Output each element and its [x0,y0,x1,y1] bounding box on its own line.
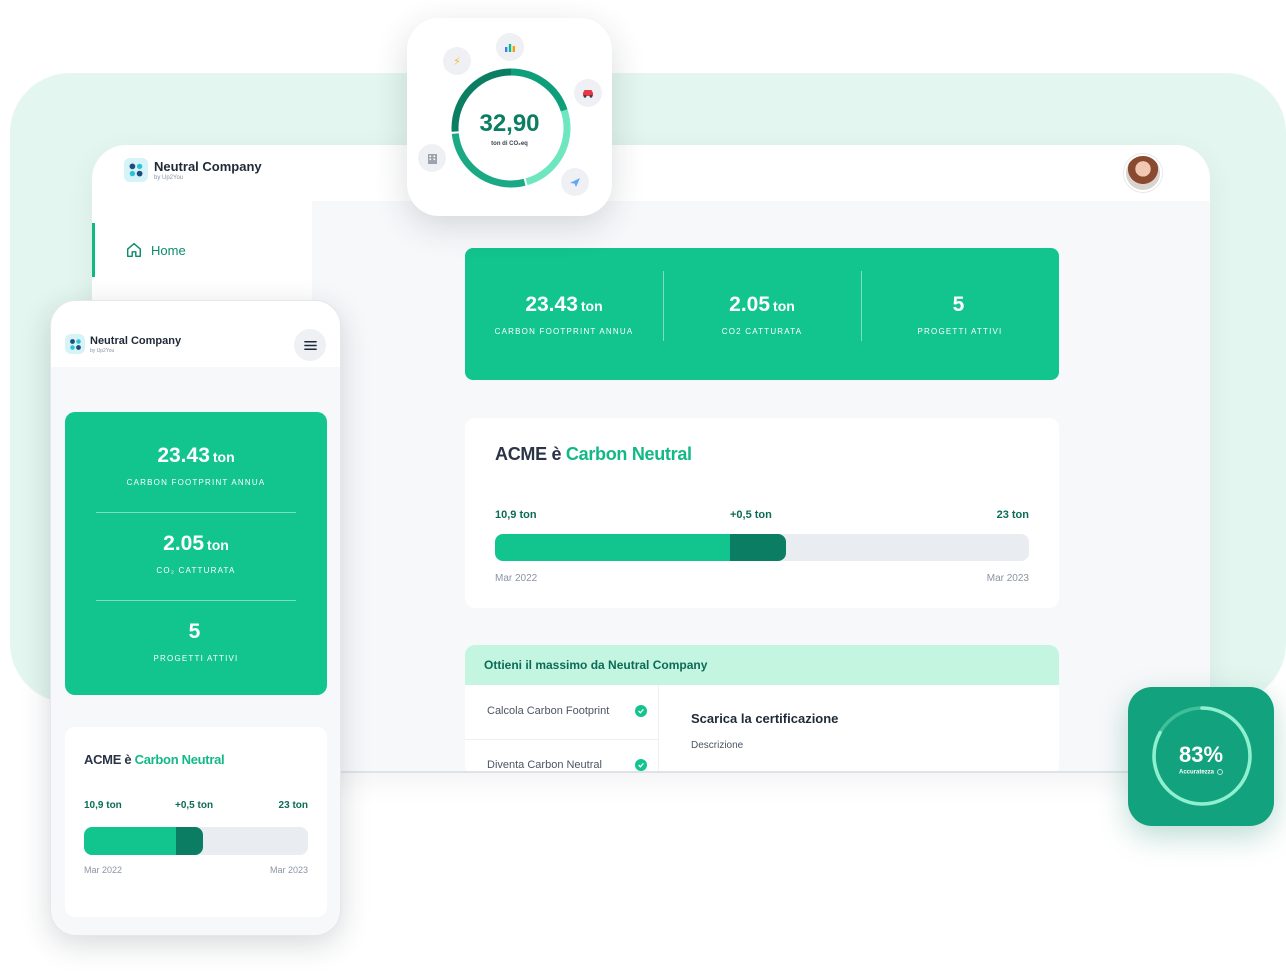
start-date: Mar 2022 [495,573,538,584]
mobile-carbon-neutral-card: ACME è Carbon Neutral 10,9 ton +0,5 ton … [65,727,327,917]
step-diventa[interactable]: Diventa Carbon Neutral [487,759,647,771]
stat-label: PROGETTI ATTIVI [917,326,1003,336]
onboarding-steps: Calcola Carbon Footprint Diventa Carbon … [465,685,659,773]
start-date: Mar 2022 [84,865,123,875]
progress-fill [84,827,176,855]
stat-label: CARBON FOOTPRINT ANNUA [494,326,634,336]
home-icon [126,242,142,258]
plane-icon [561,168,589,196]
start-value: 10,9 ton [495,509,537,521]
title-accent: Carbon Neutral [565,444,692,464]
info-icon[interactable] [1217,769,1223,775]
check-icon [635,759,647,771]
start-value: 10,9 ton [84,800,122,811]
stats-banner: 23.43 ton CARBON FOOTPRINT ANNUA 2.05 ton … [465,248,1059,380]
stat-value: 5 [952,292,965,316]
carbon-neutral-title: ACME è Carbon Neutral [495,444,692,465]
company-logo-icon [65,334,85,354]
stat-value: 5 [188,620,201,643]
title-accent: Carbon Neutral [134,752,225,767]
detail-title: Scarica la certificazione [691,711,839,726]
step-label: Calcola Carbon Footprint [487,705,610,717]
accuracy-label: Accuratezza [1128,769,1274,776]
stat-label: PROGETTI ATTIVI [153,654,239,663]
end-date: Mar 2023 [269,865,308,875]
emissions-donut-card: 32,90 ton di CO₂eq ⚡ [407,18,612,216]
hamburger-menu-icon [303,340,317,350]
detail-description: Descrizione [691,740,744,751]
end-value: 23 ton [996,509,1029,521]
accuracy-value: 83% [1178,742,1224,767]
delta-value: +0,5 ton [730,509,772,521]
stat-unit: ton [207,537,229,553]
brand-name: Neutral Company [154,159,262,174]
carbon-neutral-title: ACME è Carbon Neutral [84,752,225,767]
mobile-stats-card: 23.43 ton CARBON FOOTPRINT ANNUA 2.05 ton … [65,412,327,695]
progress-delta-fill [175,827,203,855]
divider [96,600,296,601]
onboarding-card: Ottieni il massimo da Neutral Company Ca… [465,645,1059,773]
chart-icon [496,33,524,61]
stat-unit: ton [580,297,603,314]
brand-logo[interactable]: Neutral Company by Up2You [65,334,181,354]
delta-value: +0,5 ton [175,800,214,811]
sidebar-item-label: Home [151,242,186,258]
onboarding-title: Ottieni il massimo da Neutral Company [465,645,1059,685]
stat-unit: ton [212,449,235,465]
brand-subtitle: by Up2You [90,347,115,354]
brand-subtitle: by Up2You [154,175,184,181]
divider [96,512,296,513]
mobile-header: Neutral Company by Up2You [51,301,340,367]
menu-button[interactable] [294,329,326,361]
donut-value: 32,90 [479,110,540,137]
stat-value: 23.43 [525,292,578,316]
stat-unit: ton [773,297,795,314]
stat-label: CO₂ CATTURATA [156,566,236,575]
user-avatar[interactable] [1124,154,1162,192]
end-date: Mar 2023 [986,573,1029,584]
accuracy-label-text: Accuratezza [1178,769,1214,776]
step-label: Diventa Carbon Neutral [487,759,602,771]
sidebar-item-home[interactable]: Home [92,223,312,277]
progress-delta-fill [729,534,787,561]
stat-carbon-footprint: 23.43 ton CARBON FOOTPRINT ANNUA [65,444,327,487]
progress-bar [495,534,1029,561]
title-prefix: ACME è [495,444,562,464]
stat-active-projects: 5 PROGETTI ATTIVI [65,620,327,663]
company-logo-icon [124,158,148,182]
stat-co2-captured: 2.05 ton CO₂ CATTURATA [65,532,327,575]
lightning-icon: ⚡ [443,47,471,75]
desktop-header: Neutral Company by Up2You [92,145,1210,201]
stat-active-projects: 5 PROGETTI ATTIVI [861,270,1059,341]
car-icon [574,79,602,107]
end-value: 23 ton [278,800,308,811]
progress-bar [84,827,308,855]
mobile-device: Neutral Company by Up2You 23.43 ton CARBO… [50,300,341,936]
stat-value: 2.05 [163,532,205,555]
stat-co2-captured: 2.05 ton CO2 CATTURATA [663,270,861,341]
progress-fill [495,534,730,561]
stat-label: CO2 CATTURATA [721,326,803,336]
stat-value: 23.43 [157,444,210,467]
divider [465,739,659,740]
stat-value: 2.05 [729,292,771,316]
building-icon [418,144,446,172]
brand-logo[interactable]: Neutral Company by Up2You [124,158,262,182]
step-calcola[interactable]: Calcola Carbon Footprint [487,705,647,717]
check-icon [635,705,647,717]
brand-name: Neutral Company [90,334,182,347]
accuracy-card: 83% Accuratezza [1128,687,1274,826]
carbon-neutral-card: ACME è Carbon Neutral 10,9 ton +0,5 ton … [465,418,1059,608]
stat-label: CARBON FOOTPRINT ANNUA [126,478,266,487]
title-prefix: ACME è [84,752,132,767]
stat-carbon-footprint: 23.43 ton CARBON FOOTPRINT ANNUA [465,293,663,336]
divider [340,771,1128,773]
